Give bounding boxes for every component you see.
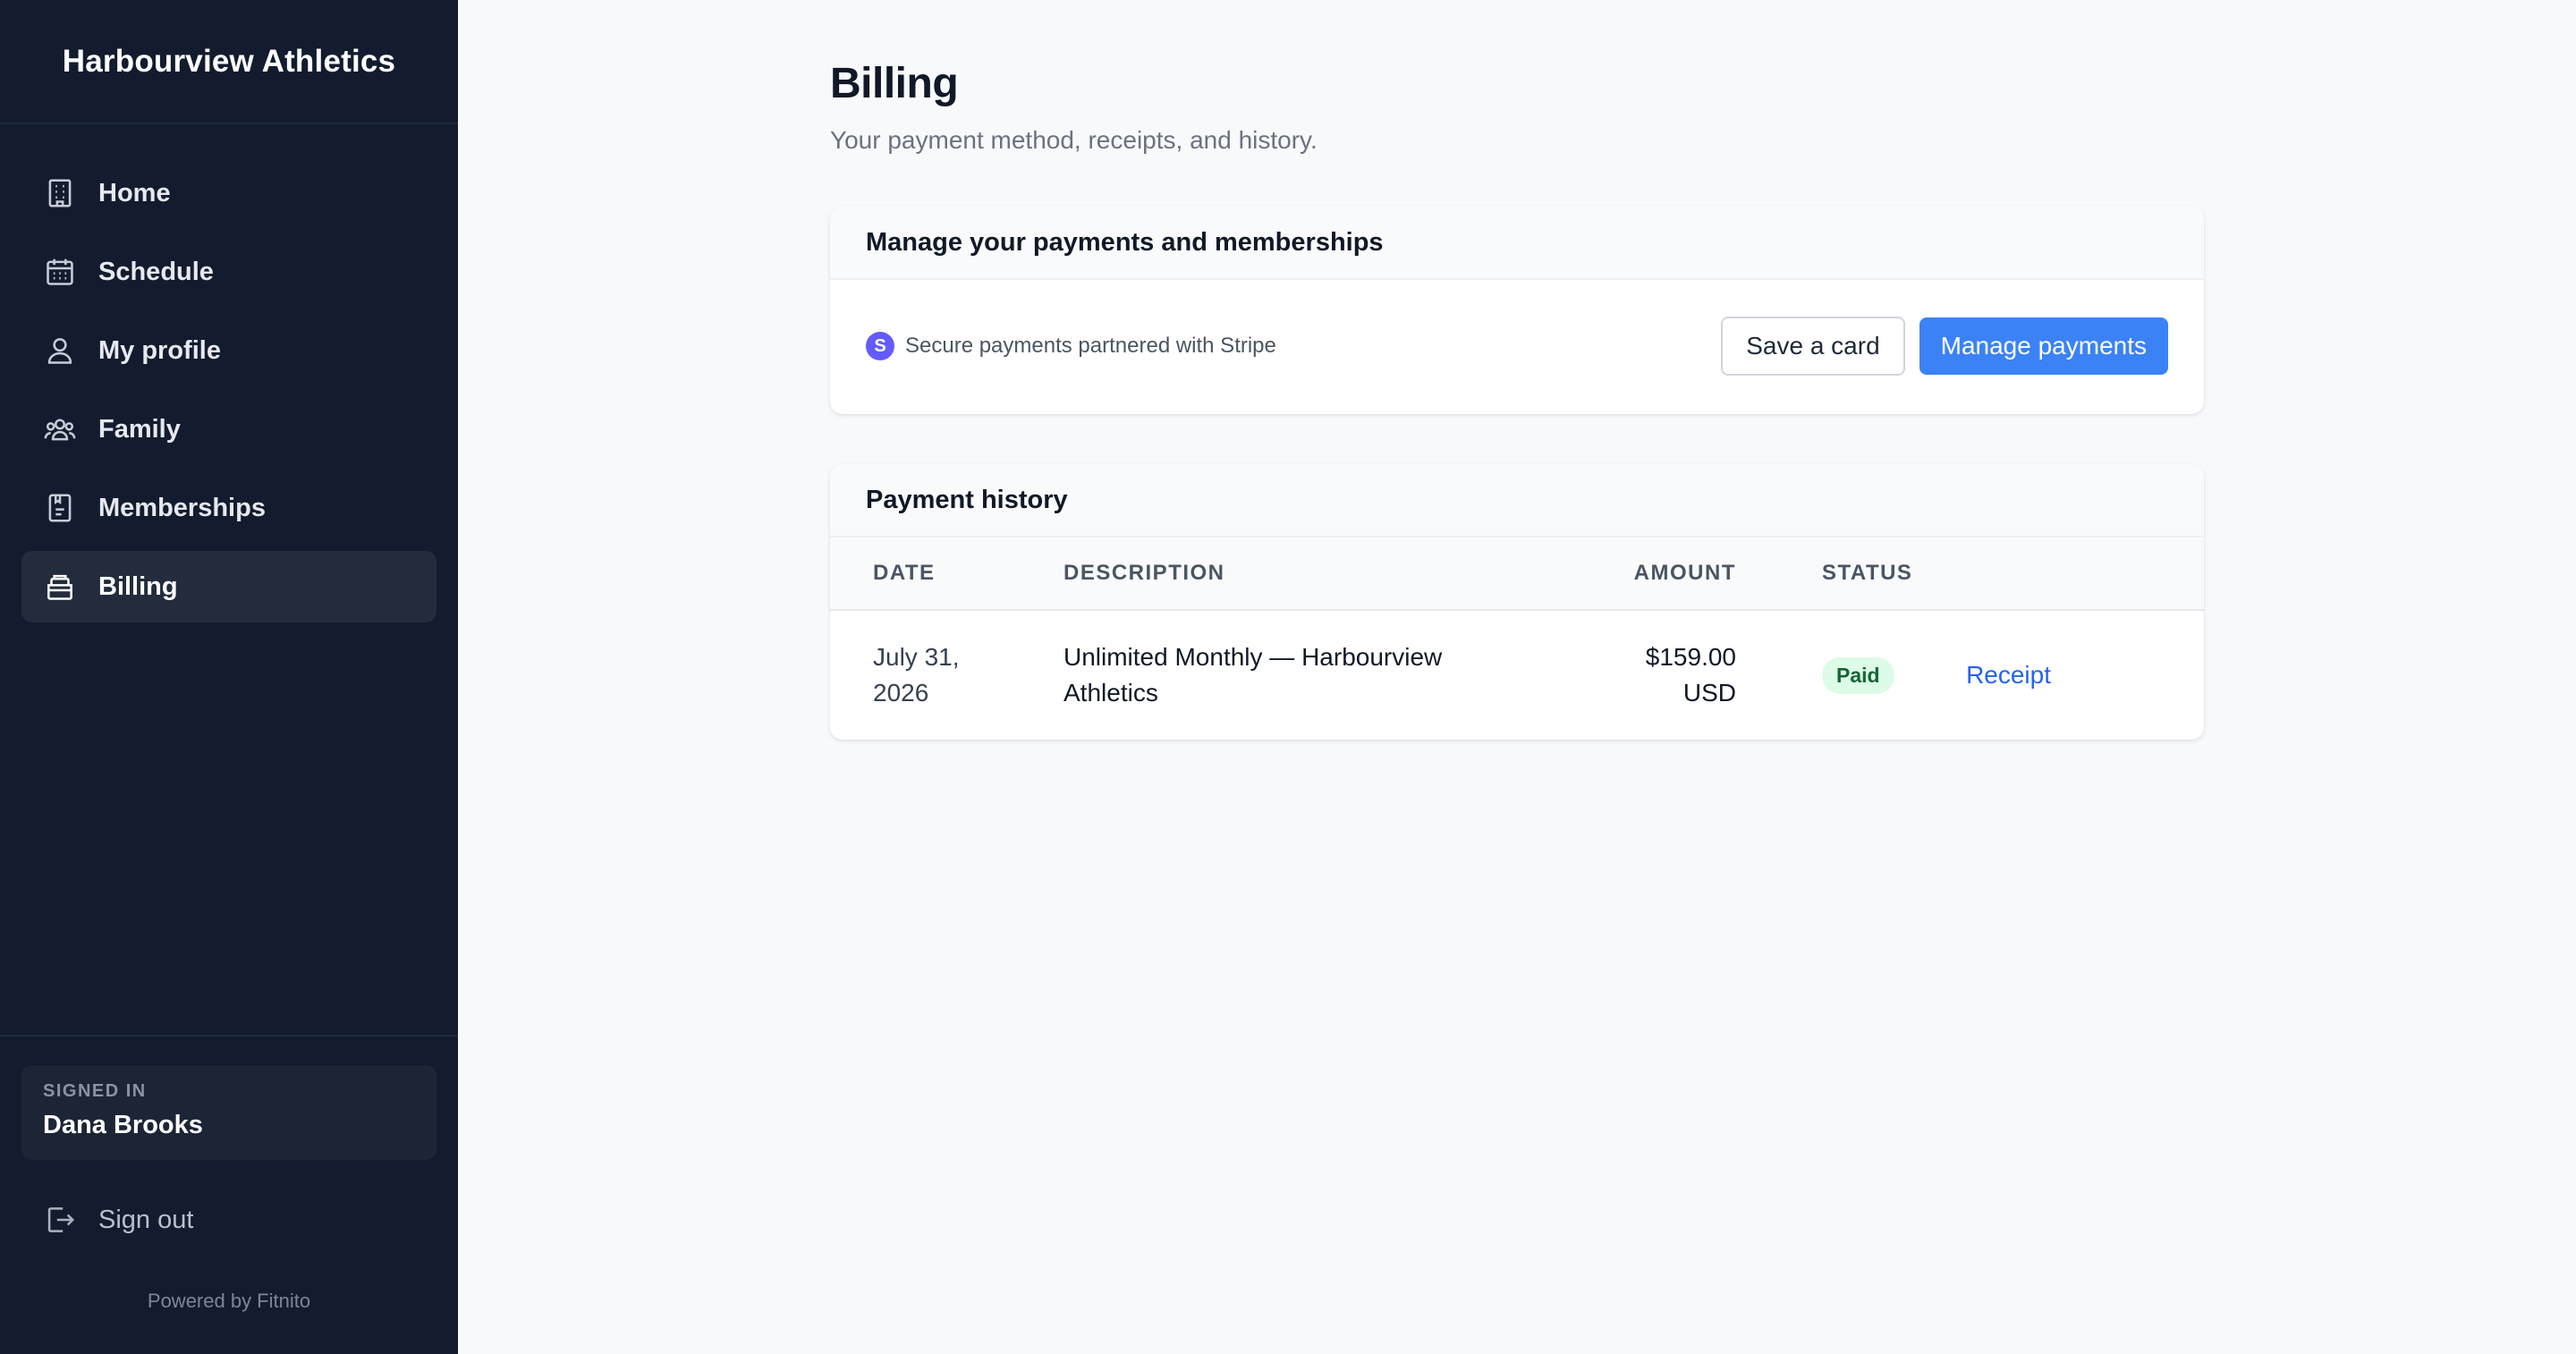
cell-description-line: Unlimited Monthly — Harbourview [1063, 643, 1443, 671]
sidebar-item-label: My profile [98, 335, 221, 365]
column-header-description: DESCRIPTION [1063, 561, 1225, 585]
receipt-link[interactable]: Receipt [1966, 661, 2051, 689]
sidebar-item-label: Schedule [98, 257, 214, 286]
payments-card: Manage your payments and memberships S S… [830, 207, 2204, 414]
sign-out-label: Sign out [98, 1205, 194, 1234]
cell-date-line: 2026 [873, 679, 929, 707]
signed-in-card: SIGNED IN Dana Brooks [21, 1065, 436, 1160]
status-badge: Paid [1822, 656, 1894, 694]
cell-description: Unlimited Monthly — Harbourview Athletic… [1063, 639, 1570, 711]
sidebar-item-label: Home [98, 178, 171, 207]
calendar-icon [43, 255, 77, 289]
cell-date: July 31, 2026 [830, 639, 1063, 711]
cell-amount-line: USD [1682, 679, 1736, 707]
brand-name: Harbourview Athletics [62, 43, 396, 79]
user-icon [43, 334, 77, 368]
sidebar-item-label: Family [98, 414, 181, 444]
clipboard-icon [43, 491, 77, 525]
payments-card-header: Manage your payments and memberships [830, 207, 2204, 280]
payment-history-title: Payment history [866, 485, 1068, 514]
column-header-amount: AMOUNT [1633, 561, 1736, 585]
brand-header: Harbourview Athletics [0, 0, 458, 124]
sidebar-item-home[interactable]: Home [21, 157, 436, 229]
cell-description-line: Athletics [1063, 679, 1158, 707]
payments-card-title: Manage your payments and memberships [866, 227, 1384, 257]
sidebar: Harbourview Athletics Home Schedule My p… [0, 0, 458, 1354]
page-title: Billing [830, 60, 959, 107]
sidebar-nav: Home Schedule My profile Family Membersh… [0, 124, 458, 630]
sidebar-item-my-profile[interactable]: My profile [21, 315, 436, 386]
billing-page: Billing Your payment method, receipts, a… [830, 59, 2204, 740]
table-header-row: DATE DESCRIPTION AMOUNT STATUS [830, 537, 2204, 611]
column-header-date: DATE [873, 561, 936, 585]
payments-card-body: S Secure payments partnered with Stripe … [830, 280, 2204, 412]
column-header-status: STATUS [1822, 561, 1913, 585]
save-card-button[interactable]: Save a card [1721, 317, 1905, 376]
stripe-note: S Secure payments partnered with Stripe [866, 332, 1276, 360]
stripe-text: Secure payments partnered with Stripe [905, 334, 1276, 358]
user-name: Dana Brooks [43, 1111, 203, 1139]
payments-actions: Save a card Manage payments [1721, 317, 2168, 376]
cell-amount: $159.00 USD [1570, 639, 1736, 711]
sidebar-item-memberships[interactable]: Memberships [21, 472, 436, 544]
building-icon [43, 176, 77, 210]
sign-out-icon [43, 1203, 77, 1237]
cell-action: Receipt [1908, 661, 2051, 690]
sidebar-item-label: Billing [98, 571, 178, 601]
payment-history-header: Payment history [830, 464, 2204, 537]
payment-history-table: DATE DESCRIPTION AMOUNT STATUS July 31, … [830, 537, 2204, 740]
app-root: Harbourview Athletics Home Schedule My p… [0, 0, 2576, 1354]
cell-date-line: July 31, [873, 643, 960, 671]
sidebar-footer: SIGNED IN Dana Brooks Sign out Powered b… [0, 1035, 458, 1354]
manage-payments-button[interactable]: Manage payments [1919, 317, 2168, 375]
sidebar-item-label: Memberships [98, 493, 266, 522]
main-content: Billing Your payment method, receipts, a… [458, 0, 2576, 1354]
stripe-icon: S [866, 332, 894, 360]
cell-status: Paid [1736, 656, 1908, 694]
cell-amount-line: $159.00 [1645, 643, 1736, 671]
users-icon [43, 412, 77, 446]
signed-in-label: SIGNED IN [43, 1081, 147, 1101]
sidebar-item-family[interactable]: Family [21, 394, 436, 465]
powered-by: Powered by Fitnito [147, 1290, 311, 1312]
wallet-icon [43, 570, 77, 604]
table-row: July 31, 2026 Unlimited Monthly — Harbou… [830, 611, 2204, 740]
sidebar-item-billing[interactable]: Billing [21, 551, 436, 622]
page-subtitle: Your payment method, receipts, and histo… [830, 126, 1318, 154]
payment-history-card: Payment history DATE DESCRIPTION AMOUNT … [830, 464, 2204, 740]
sidebar-item-schedule[interactable]: Schedule [21, 236, 436, 308]
sign-out-button[interactable]: Sign out [21, 1184, 436, 1256]
